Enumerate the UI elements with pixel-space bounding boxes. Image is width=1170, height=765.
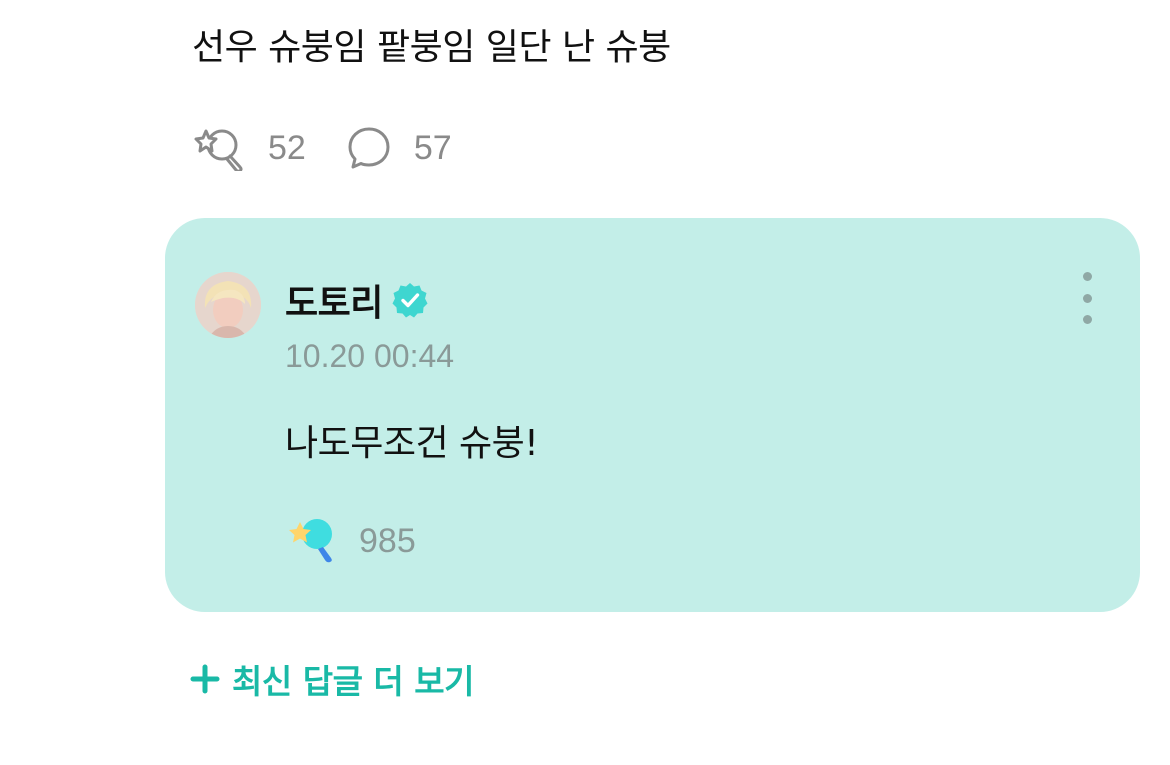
- author-row: 도토리: [285, 274, 429, 326]
- like-button[interactable]: 52: [192, 125, 306, 171]
- reply-timestamp: 10.20 00:44: [285, 338, 455, 374]
- plus-icon: [190, 664, 220, 694]
- reply-card: 도토리 10.20 00:44 나도무조건 슈붕! 985: [165, 218, 1140, 612]
- more-replies-button[interactable]: 최신 답글 더 보기: [190, 655, 475, 703]
- speech-bubble-icon: [346, 125, 392, 171]
- more-dot: [1082, 315, 1092, 324]
- post-text: 선우 슈붕임 팥붕임 일단 난 슈붕: [192, 27, 671, 68]
- comment-thread: 선우 슈붕임 팥붕임 일단 난 슈붕 52 57 도토리 10.20 00:44…: [0, 0, 1170, 765]
- like-count: 52: [268, 128, 306, 167]
- verified-badge-icon: [391, 281, 429, 319]
- author-name[interactable]: 도토리: [285, 274, 383, 326]
- post-actions: 52 57: [192, 124, 452, 172]
- more-dot: [1082, 272, 1092, 281]
- more-replies-label: 최신 답글 더 보기: [232, 662, 475, 701]
- avatar[interactable]: [195, 272, 261, 338]
- comment-count: 57: [413, 128, 452, 167]
- more-vertical-icon[interactable]: [1072, 272, 1102, 324]
- reply-text: 나도무조건 슈붕!: [285, 423, 539, 464]
- lightstick-outline-icon: [192, 125, 246, 171]
- comment-button[interactable]: 57: [346, 125, 452, 171]
- reply-like-count: 985: [359, 521, 416, 560]
- lightstick-filled-icon: [285, 514, 339, 568]
- reply-like-button[interactable]: 985: [285, 514, 416, 568]
- more-dot: [1082, 293, 1092, 303]
